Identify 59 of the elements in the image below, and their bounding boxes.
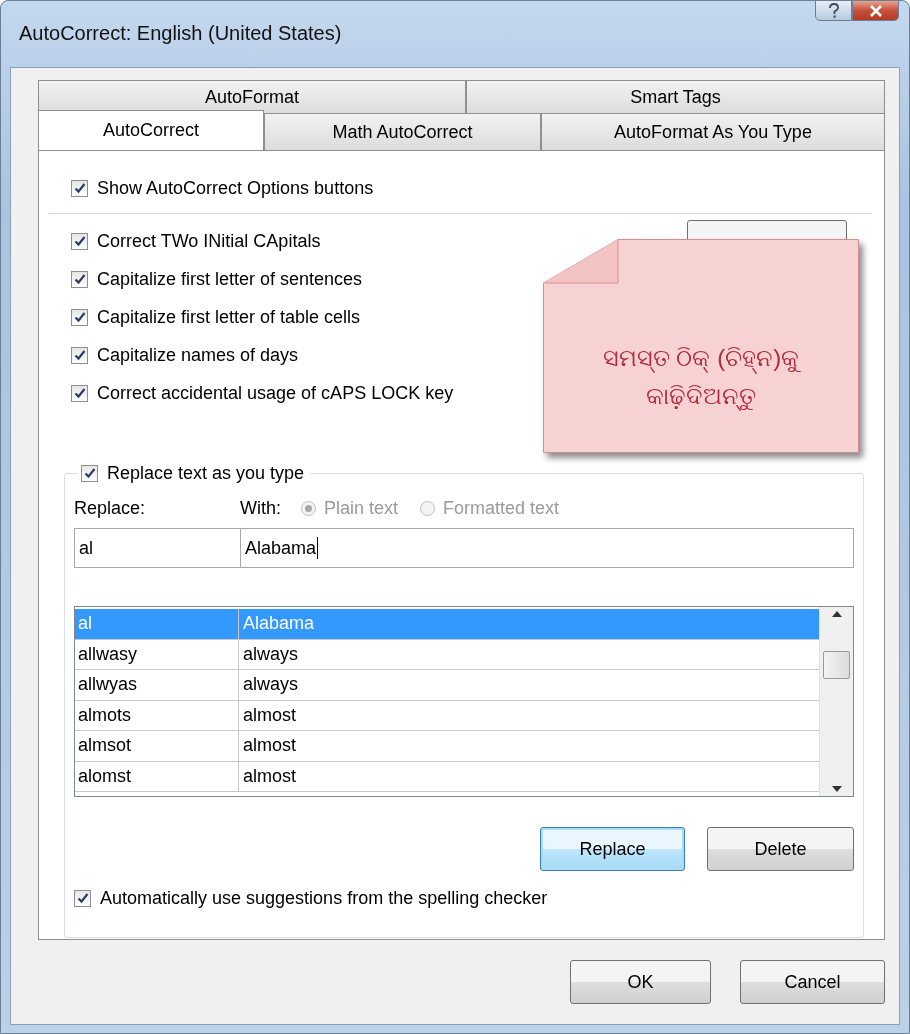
checkbox-label: Replace text as you type xyxy=(107,462,305,484)
tab[interactable]: AutoCorrect xyxy=(38,110,264,150)
replace-button[interactable]: Replace xyxy=(540,827,685,871)
tab[interactable]: Smart Tags xyxy=(466,80,885,113)
checkbox-label: Capitalize names of days xyxy=(97,344,299,366)
checkbox-label: Correct accidental usage of cAPS LOCK key xyxy=(97,382,454,404)
note-text: ସମସ୍ତ ଠିକ୍ (ଚିହ୍ନ)କୁ କାଢ଼ିଦିଅନ୍ତୁ xyxy=(601,343,802,413)
checkbox[interactable] xyxy=(71,308,88,326)
table-cell-text: almost xyxy=(242,704,296,726)
checkbox-label: Capitalize first letter of sentences xyxy=(97,268,363,290)
cancel-button[interactable]: Cancel xyxy=(740,960,885,1004)
checkbox[interactable] xyxy=(71,270,88,288)
table-cell-text: always xyxy=(242,674,299,696)
list-row[interactable]: almsot almost xyxy=(75,731,819,762)
table-cell: allwasy xyxy=(75,639,239,669)
scroll-up-icon[interactable] xyxy=(831,611,842,617)
radio-label: Plain text xyxy=(324,497,399,519)
checkbox[interactable] xyxy=(74,889,91,907)
table-cell: almsot xyxy=(75,731,239,761)
list-row[interactable]: almots almost xyxy=(75,700,819,731)
checkbox[interactable] xyxy=(71,384,88,402)
tab[interactable]: AutoFormat As You Type xyxy=(541,113,885,150)
list-row[interactable]: allwyas always xyxy=(75,670,819,701)
checkbox-label: Correct TWo INitial CApitals xyxy=(97,230,321,252)
checkbox[interactable] xyxy=(71,346,88,364)
table-cell-text: always xyxy=(242,643,299,665)
replacement-list[interactable]: al Alabama allwasy always allwyas always almots almost almsot almost alomst almost xyxy=(74,606,854,797)
radio-label: Formatted text xyxy=(443,497,560,519)
table-cell-text: almost xyxy=(242,735,296,757)
table-cell: almots xyxy=(75,700,239,730)
checkbox[interactable] xyxy=(81,464,98,482)
tab[interactable]: Math AutoCorrect xyxy=(264,113,541,150)
checkbox[interactable] xyxy=(71,232,88,250)
checkbox[interactable] xyxy=(71,179,88,197)
list-row[interactable]: allwasy always xyxy=(75,639,819,670)
window-title: AutoCorrect: English (United States) xyxy=(19,21,342,45)
replace-label: Replace: xyxy=(74,497,147,519)
close-icon xyxy=(868,4,883,17)
checkbox-label: Capitalize first letter of table cells xyxy=(97,306,361,328)
checkbox-label: Show AutoCorrect Options buttons xyxy=(97,177,374,199)
tab[interactable]: AutoFormat xyxy=(38,80,466,113)
scrollbar[interactable] xyxy=(819,607,853,796)
table-cell: alomst xyxy=(75,761,239,791)
close-button[interactable] xyxy=(852,0,899,21)
scrollbar-thumb[interactable] xyxy=(823,651,850,679)
delete-button[interactable]: Delete xyxy=(707,827,854,871)
table-cell: al xyxy=(75,609,239,639)
table-cell-text: Alabama xyxy=(242,613,315,635)
ok-button[interactable]: OK xyxy=(570,960,711,1004)
with-field[interactable]: Alabama xyxy=(240,528,854,568)
scroll-down-icon[interactable] xyxy=(831,786,842,792)
list-row[interactable]: alomst almost xyxy=(75,761,819,792)
question-mark-icon xyxy=(827,2,840,19)
checkbox-label: Automatically use suggestions from the spelling checker xyxy=(100,887,548,909)
table-cell: allwyas xyxy=(75,670,239,700)
table-cell-text: almost xyxy=(242,765,296,787)
help-button[interactable] xyxy=(815,0,852,21)
replace-field[interactable]: al xyxy=(74,528,241,568)
with-label: With: xyxy=(240,497,281,519)
